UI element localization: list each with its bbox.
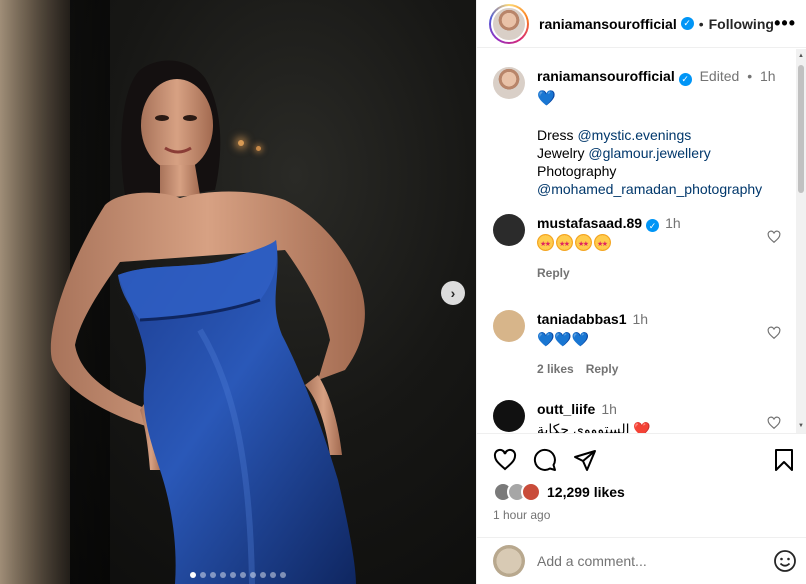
carousel-dot [230, 572, 236, 578]
following-button[interactable]: Following [709, 16, 774, 32]
carousel-dot [190, 572, 196, 578]
post-caption: raniamansourofficial ✓ Edited • 1h 💙 Dres… [477, 49, 806, 198]
carousel-dot [200, 572, 206, 578]
heart-icon[interactable] [493, 448, 517, 472]
verified-icon: ✓ [678, 72, 692, 86]
likes-summary: 12,299 likes [477, 472, 806, 502]
comment-time: 1h [601, 401, 617, 417]
comment-icon[interactable] [533, 448, 557, 472]
commenter-username[interactable]: mustafasaad.89 [537, 215, 642, 231]
post-photo[interactable]: › [0, 0, 476, 584]
reply-button[interactable]: Reply [537, 266, 570, 280]
carousel-dot [210, 572, 216, 578]
comment: taniadabbas1 1h 💙💙💙 2 likes Reply [477, 310, 806, 378]
reply-button[interactable]: Reply [586, 362, 619, 376]
post-header: raniamansourofficial ✓ • Following ••• [477, 0, 806, 48]
commenter-username[interactable]: outt_liife [537, 401, 595, 417]
comment: mustafasaad.89 ✓ 1h Reply [477, 213, 806, 283]
separator-dot: • [698, 15, 704, 32]
scrollbar-thumb[interactable] [798, 65, 804, 193]
post-actions: 12,299 likes 1 hour ago [477, 433, 806, 522]
next-photo-button[interactable]: › [441, 281, 465, 305]
commenter-avatar[interactable] [493, 213, 525, 246]
caption-line: @mohamed_ramadan_photography [537, 180, 776, 198]
caption-username[interactable]: raniamansourofficial [537, 68, 675, 84]
like-count[interactable]: 12,299 likes [547, 484, 625, 500]
carousel-dot [250, 572, 256, 578]
post-side-panel: raniamansourofficial ✓ • Following ••• r… [476, 0, 806, 584]
caption-avatar[interactable] [493, 67, 525, 99]
comment-like-icon[interactable] [767, 416, 781, 430]
caption-time: 1h [759, 68, 776, 84]
comments-scrollbar[interactable]: ▲ ▼ [796, 49, 806, 433]
current-user-avatar [493, 545, 525, 577]
caption-line: Photography [537, 162, 617, 179]
caption-line: Dress @mystic.evenings [537, 126, 692, 143]
post-viewer: › raniamansourofficial ✓ • Following •••… [0, 0, 806, 584]
carousel-dot [270, 572, 276, 578]
emoji-icon[interactable] [773, 549, 797, 573]
edited-label: Edited [699, 68, 740, 84]
carousel-dot [220, 572, 226, 578]
woman-figure [50, 60, 365, 584]
separator-dot: • [747, 68, 753, 84]
comment-thread: mustafasaad.89 ✓ 1h Reply taniadabbas1 1h 💙💙💙 2… [477, 213, 806, 433]
mention-link[interactable]: @mohamed_ramadan_photography [537, 181, 762, 197]
mention-link[interactable]: @glamour.jewellery [588, 145, 710, 161]
blue-heart-emoji: 💙 [537, 89, 556, 107]
verified-icon: ✓ [646, 219, 660, 232]
chevron-right-icon: › [450, 285, 456, 301]
star-struck-emoji [594, 234, 611, 254]
caption-line: Jewelry @glamour.jewellery [537, 144, 711, 161]
comment-text: الستوووي حكاية ❤️ [537, 421, 651, 433]
more-icon[interactable]: ••• [774, 13, 796, 34]
bookmark-icon[interactable] [773, 448, 795, 472]
comments-list[interactable]: raniamansourofficial ✓ Edited • 1h 💙 Dres… [477, 49, 806, 433]
comment-likes[interactable]: 2 likes [537, 362, 574, 376]
author-avatar[interactable] [489, 3, 529, 44]
star-struck-emoji [556, 234, 573, 254]
comment-text [537, 234, 681, 254]
carousel-dot [240, 572, 246, 578]
comment: outt_liife 1h الستوووي حكاية ❤️ [477, 400, 806, 433]
commenter-avatar[interactable] [493, 310, 525, 342]
comment-time: 1h [632, 311, 649, 327]
post-timestamp: 1 hour ago [493, 508, 551, 522]
caption-text: Dress @mystic.evenings Jewelry @glamour.j… [537, 126, 776, 198]
author-username[interactable]: raniamansourofficial [539, 16, 677, 32]
commenter-username[interactable]: taniadabbas1 [537, 311, 626, 327]
commenter-avatar[interactable] [493, 400, 525, 432]
carousel-dot [260, 572, 266, 578]
mention-link[interactable]: @mystic.evenings [577, 127, 691, 143]
liker-avatars[interactable] [493, 482, 541, 502]
star-struck-emoji [575, 234, 592, 254]
verified-icon: ✓ [680, 17, 694, 30]
comment-time: 1h [665, 214, 681, 231]
comment-text: 💙💙💙 [537, 331, 590, 347]
comment-like-icon[interactable] [767, 230, 781, 244]
star-struck-emoji [537, 234, 554, 254]
carousel-dot [280, 572, 286, 578]
share-icon[interactable] [573, 448, 597, 472]
comment-input[interactable] [537, 553, 757, 569]
carousel-indicator [0, 572, 476, 578]
add-comment-bar [477, 537, 806, 584]
comment-like-icon[interactable] [767, 326, 781, 340]
